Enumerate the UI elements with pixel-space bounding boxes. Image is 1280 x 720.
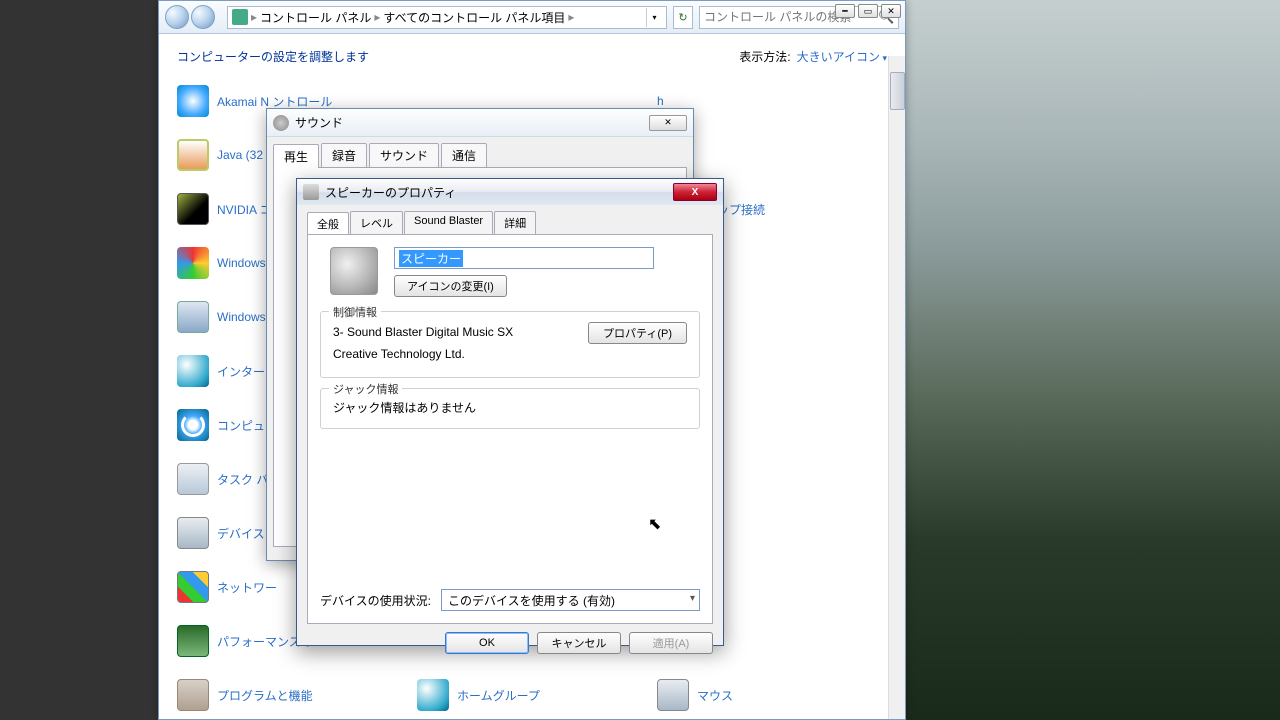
devices-icon — [177, 517, 209, 549]
breadcrumb-2[interactable]: すべてのコントロール パネル項目 — [383, 9, 565, 26]
cp-item-label: Java (32 — [217, 148, 263, 162]
tab-general[interactable]: 全般 — [307, 212, 349, 235]
device-usage-select[interactable]: このデバイスを使用する (有効) — [441, 589, 700, 611]
forward-button[interactable] — [191, 5, 215, 29]
device-name-input[interactable]: スピーカー — [394, 247, 654, 269]
sound-dialog-titlebar[interactable]: サウンド ✕ — [267, 109, 693, 137]
speaker-title-icon — [303, 184, 319, 200]
sound-dialog-title: サウンド — [295, 114, 343, 131]
cp-item-label: ネットワー — [217, 579, 277, 596]
cp-item-label: ホームグループ — [457, 687, 540, 704]
cp-item[interactable]: プログラムと機能 — [177, 679, 407, 711]
nvidia-icon — [177, 193, 209, 225]
windows-update-icon — [177, 301, 209, 333]
speaker-properties-dialog: スピーカーのプロパティ X 全般 レベル Sound Blaster 詳細 スピ… — [296, 178, 724, 646]
ease-of-access-icon — [177, 409, 209, 441]
scrollbar-thumb[interactable] — [890, 72, 905, 110]
apply-button[interactable]: 適用(A) — [629, 632, 713, 654]
back-button[interactable] — [165, 5, 189, 29]
tab-advanced[interactable]: 詳細 — [494, 211, 536, 234]
device-name-text: スピーカー — [399, 250, 463, 267]
programs-icon — [177, 679, 209, 711]
address-bar[interactable]: ▸ コントロール パネル ▸ すべてのコントロール パネル項目 ▸ ▾ — [227, 6, 667, 29]
refresh-button[interactable]: ↻ — [673, 6, 693, 29]
change-icon-button[interactable]: アイコンの変更(I) — [394, 275, 507, 297]
device-usage-label: デバイスの使用状況: — [320, 592, 431, 609]
view-label: 表示方法: — [739, 48, 790, 65]
speaker-close-button[interactable]: X — [673, 183, 717, 201]
speaker-dialog-titlebar[interactable]: スピーカーのプロパティ X — [297, 179, 723, 205]
akamai-icon — [177, 85, 209, 117]
breadcrumb-1[interactable]: コントロール パネル — [260, 9, 371, 26]
ok-button[interactable]: OK — [445, 632, 529, 654]
cp-item-label: デバイス — [217, 525, 265, 542]
taskbar-icon — [177, 463, 209, 495]
controller-properties-button[interactable]: プロパティ(P) — [588, 322, 687, 344]
cp-item-label: Akamai N ントロール — [217, 93, 332, 110]
tab-recording[interactable]: 録音 — [321, 143, 367, 167]
jack-info-group: ジャック情報 ジャック情報はありません — [320, 388, 700, 429]
controller-vendor: Creative Technology Ltd. — [333, 344, 513, 366]
device-usage-value: このデバイスを使用する (有効) — [448, 592, 615, 609]
control-panel-icon — [232, 9, 248, 25]
sound-tabs: 再生 録音 サウンド 通信 — [267, 137, 693, 167]
cp-item-label: Windows — [217, 310, 266, 324]
speaker-device-icon — [330, 247, 378, 295]
scrollbar[interactable] — [888, 56, 905, 719]
cp-item-label: マウス — [697, 687, 733, 704]
close-button[interactable]: ✕ — [881, 4, 901, 18]
cp-item-label: h — [657, 94, 664, 108]
maximize-button[interactable]: ▭ — [858, 4, 878, 18]
tab-sound-blaster[interactable]: Sound Blaster — [404, 211, 493, 234]
performance-icon — [177, 625, 209, 657]
cp-item-label: NVIDIA コ — [217, 201, 272, 218]
java-icon — [177, 139, 209, 171]
network-icon — [177, 571, 209, 603]
minimize-button[interactable]: ━ — [835, 4, 855, 18]
sound-close-button[interactable]: ✕ — [649, 115, 687, 131]
controller-label: 制御情報 — [329, 304, 381, 320]
internet-icon — [177, 355, 209, 387]
page-title: コンピューターの設定を調整します — [177, 48, 369, 65]
tab-playback[interactable]: 再生 — [273, 144, 319, 168]
nav-back-forward[interactable] — [165, 3, 221, 31]
cancel-button[interactable]: キャンセル — [537, 632, 621, 654]
address-dropdown[interactable]: ▾ — [646, 8, 662, 27]
cp-item-label: プログラムと機能 — [217, 687, 313, 704]
speaker-dialog-title: スピーカーのプロパティ — [325, 184, 456, 201]
homegroup-icon — [417, 679, 449, 711]
cp-item[interactable]: ホームグループ — [417, 679, 647, 711]
jack-none-text: ジャック情報はありません — [333, 399, 687, 416]
breadcrumb-sep: ▸ — [568, 10, 574, 24]
navigation-bar: ▸ コントロール パネル ▸ すべてのコントロール パネル項目 ▸ ▾ ↻ 🔍 — [159, 1, 905, 34]
tab-sounds[interactable]: サウンド — [369, 143, 439, 167]
mouse-icon — [657, 679, 689, 711]
speaker-tabs: 全般 レベル Sound Blaster 詳細 — [297, 205, 723, 234]
breadcrumb-sep: ▸ — [251, 10, 257, 24]
cp-item[interactable]: マウス — [657, 679, 887, 711]
desktop-wallpaper — [900, 0, 1280, 720]
breadcrumb-sep: ▸ — [374, 10, 380, 24]
windows-icon — [177, 247, 209, 279]
controller-info-group: 制御情報 3- Sound Blaster Digital Music SX C… — [320, 311, 700, 378]
cp-item-label: Windows — [217, 256, 266, 270]
controller-device: 3- Sound Blaster Digital Music SX — [333, 322, 513, 344]
tab-communications[interactable]: 通信 — [441, 143, 487, 167]
sound-icon — [273, 115, 289, 131]
tab-levels[interactable]: レベル — [350, 211, 403, 234]
speaker-dialog-body: スピーカー アイコンの変更(I) 制御情報 3- Sound Blaster D… — [307, 234, 713, 624]
jack-label: ジャック情報 — [329, 381, 402, 397]
view-mode-dropdown[interactable]: 大きいアイコン — [797, 48, 887, 65]
